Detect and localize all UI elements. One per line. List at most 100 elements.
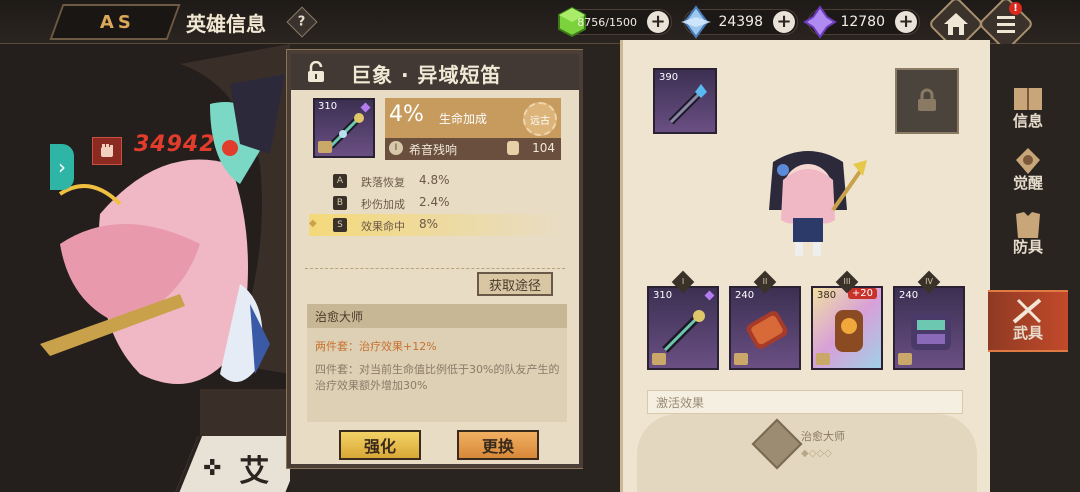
panel-gap [583,44,623,492]
substat-value: 8% [419,217,439,231]
resource-stamina: 8756/1500 + [558,6,672,38]
nav-info-label: 信息 [1012,112,1043,130]
set-badge-label: 治愈大师 [801,430,845,443]
nav-awaken-label: 觉醒 [1012,174,1043,192]
hero-chibi [769,151,867,256]
echo-value: 104 [532,141,555,155]
divider [305,268,565,269]
weapon-title: 巨象 · 异域短笛 [351,63,502,87]
set-icon [318,141,332,153]
rarity-badge: 远古 [523,102,557,136]
hero-display: › 34942 ✜ 艾 [0,44,290,492]
main-stat-value: 4% [389,102,424,127]
add-stamina-button[interactable]: + [647,11,669,33]
activate-effect-label: 激活效果 [647,390,963,414]
expand-side-tab[interactable]: › [50,144,74,190]
weapon-card: 310 [313,98,375,158]
substat-name: 效果命中 [361,220,405,233]
stamina-value: 8756/1500 [577,16,637,29]
echo-label: 希音残响 [409,143,458,157]
substat-row: A 跌落恢复 4.8% [309,170,565,192]
purple-crystal-icon [803,5,837,39]
substat-row: B 秒伤加成 2.4% [309,192,565,214]
set-two-piece: 两件套：治疗效果+12% [315,340,437,353]
slot-card: 310 [647,286,719,370]
nav-weapon[interactable]: 武具 [988,290,1068,352]
unlock-icon[interactable] [305,61,327,83]
resource-premium: 12780 + [803,5,920,39]
nav-awaken[interactable]: 觉醒 [990,142,1066,204]
weapon-detail-panel: 巨象 · 异域短笛 310 4% 生命加成 远古 I 希音残响 104 A 跌落… [287,50,583,468]
substat-row-highlighted: ◆ S 效果命中 8% [309,214,565,236]
nav-info[interactable]: 信息 [990,80,1066,142]
staff-weapon-icon [668,84,707,125]
substat-list: A 跌落恢复 4.8% B 秒伤加成 2.4% ◆ S 效果命中 8% [309,170,565,236]
equipment-slot-4[interactable]: 240 IV [893,270,965,370]
premium-value: 12780 [840,14,885,30]
echo-rank: I [389,141,403,155]
top-bar: AS 英雄信息 ? 8756/1500 + 24398 + 12780 + ! [0,0,1080,53]
equipment-slot-2[interactable]: 240 II [729,270,801,370]
set-icon [898,353,912,365]
set-name: 治愈大师 [307,304,567,328]
slot-roman: I [671,270,695,294]
star-icon: ◆ [309,218,317,229]
slot-card: 240 [729,286,801,370]
echo-stat: I 希音残响 104 [385,138,561,160]
armor-piece-icon [911,314,951,350]
hero-name: 艾 [239,454,270,489]
substat-grade: A [333,174,347,188]
home-icon [944,13,968,36]
enhance-button[interactable]: 强化 [339,430,421,460]
set-icon [734,353,748,365]
help-icon: ? [298,14,306,30]
substat-grade: S [333,218,347,232]
swap-button[interactable]: 更换 [457,430,539,460]
gem-icon [704,290,715,301]
main-weapon-slot[interactable]: 390 [653,68,717,134]
add-premium-button[interactable]: + [895,11,917,33]
set-icon [652,353,666,365]
hero-portrait[interactable] [0,44,290,492]
set-progress-dots: ◆◇◇◇ [801,448,832,459]
substat-value: 4.8% [419,173,450,187]
add-crystal-button[interactable]: + [773,11,795,33]
substat-name: 秒伤加成 [361,198,405,211]
power-value: 34942 [134,132,216,157]
equipment-slot-3[interactable]: 380 +20 III [811,270,883,370]
slot-roman: III [835,270,859,294]
cannon-icon [746,311,788,349]
nav-armor-label: 防具 [1012,238,1043,256]
piccolo-weapon-icon [662,310,705,353]
lock-icon [918,88,936,111]
slot-roman: II [753,270,777,294]
equipment-slot-1[interactable]: 310 I [647,270,719,370]
main-stat-label: 生命加成 [439,112,488,126]
equipment-panel: 390 310 I 240 II 380 +20 III 240 IV 激活效果… [620,40,990,492]
notification-badge: ! [1009,2,1022,15]
help-button[interactable]: ? [286,6,318,38]
nav-weapon-label: 武具 [1012,324,1043,342]
slot-card: 240 [893,286,965,370]
slot-roman: IV [917,270,941,294]
game-logo: AS [49,4,181,40]
locked-slot[interactable] [895,68,959,134]
nav-armor[interactable]: 防具 [990,206,1066,268]
substat-grade: B [333,196,347,210]
substat-value: 2.4% [419,195,450,209]
main-stat: 4% 生命加成 远古 [385,98,561,138]
blue-crystal-icon [681,5,711,39]
page-title: 英雄信息 [186,12,266,36]
set-four-piece: 四件套：对当前生命值比例低于30%的队友产生的治疗效果额外增加30% [315,363,560,392]
acquire-source-button[interactable]: 获取途径 [477,272,553,296]
set-effect-block: 治愈大师 两件套：治疗效果+12% 四件套：对当前生命值比例低于30%的队友产生… [307,304,567,422]
weapon-detail-header: 巨象 · 异域短笛 [291,54,579,90]
substat-name: 跌落恢复 [361,176,405,189]
angry-face-icon [222,140,238,156]
side-nav: 信息 觉醒 防具 武具 [988,44,1080,492]
slot-level: 240 [735,290,755,301]
slot-level: 380 [817,290,837,301]
fist-icon [507,141,519,155]
gauntlet-icon [835,310,863,352]
power-icon [92,137,122,165]
